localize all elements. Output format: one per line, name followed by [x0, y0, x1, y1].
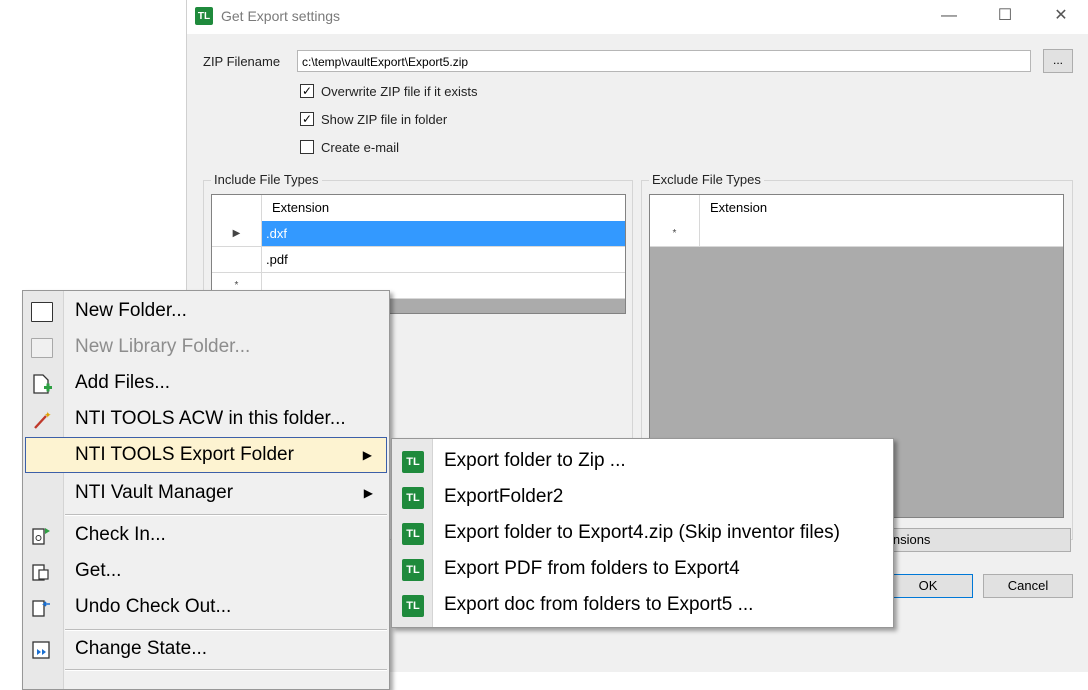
submenu-item-export-doc[interactable]: TL Export doc from folders to Export5 ..… — [394, 587, 891, 623]
submenu-item-export-pdf[interactable]: TL Export PDF from folders to Export4 — [394, 551, 891, 587]
new-row-marker: * — [650, 221, 700, 246]
close-button[interactable]: ✕ — [1041, 4, 1081, 28]
add-files-icon — [33, 374, 52, 394]
tl-icon: TL — [402, 487, 424, 509]
zip-filename-input[interactable]: c:\temp\vaultExport\Export5.zip — [297, 50, 1031, 72]
tl-icon: TL — [402, 451, 424, 473]
ok-button[interactable]: OK — [883, 574, 973, 598]
menu-item-label: New Library Folder... — [75, 336, 251, 357]
extension-cell[interactable]: .pdf — [262, 247, 625, 272]
show-in-folder-checkbox[interactable]: ✓ — [300, 112, 314, 126]
table-row[interactable]: .pdf — [212, 247, 625, 273]
menu-item-label: Change State... — [75, 638, 208, 659]
menu-item-get[interactable]: Get... — [25, 553, 387, 589]
menu-item-label: Get... — [75, 560, 122, 581]
extension-cell[interactable]: .dxf — [262, 221, 625, 246]
overwrite-label: Overwrite ZIP file if it exists — [321, 84, 478, 99]
menu-item-change-state[interactable]: Change State... — [25, 631, 387, 667]
menu-item-label: Check In... — [75, 524, 166, 545]
exclude-group-title: Exclude File Types — [649, 172, 764, 187]
extension-column-header[interactable]: Extension — [700, 195, 1063, 221]
tl-icon: TL — [402, 595, 424, 617]
menu-item-label: Undo Check Out... — [75, 596, 232, 617]
overwrite-checkbox[interactable]: ✓ — [300, 84, 314, 98]
menu-item-new-folder[interactable]: New Folder... — [25, 293, 387, 329]
extension-cell[interactable] — [700, 221, 1063, 246]
menu-item-nti-acw[interactable]: ✦ NTI TOOLS ACW in this folder... — [25, 401, 387, 437]
submenu-item-label: Export PDF from folders to Export4 — [444, 558, 740, 579]
check-in-icon — [32, 528, 50, 545]
menu-item-undo-check-out[interactable]: Undo Check Out... — [25, 589, 387, 625]
create-email-label: Create e-mail — [321, 140, 400, 155]
minimize-button[interactable]: — — [929, 4, 969, 28]
show-in-folder-label: Show ZIP file in folder — [321, 112, 448, 127]
submenu-arrow-icon: ▶ — [363, 486, 373, 500]
menu-item-nti-export-folder[interactable]: NTI TOOLS Export Folder ▶ — [25, 437, 387, 473]
export-folder-submenu: TL Export folder to Zip ... TL ExportFol… — [391, 438, 894, 628]
menu-item-label: NTI TOOLS ACW in this folder... — [75, 408, 346, 429]
submenu-item-label: Export folder to Export4.zip (Skip inven… — [444, 522, 841, 543]
menu-item-label: New Folder... — [75, 300, 187, 321]
exclude-grid-header: Extension — [650, 195, 1063, 221]
title-bar: TL Get Export settings — ☐ ✕ — [187, 0, 1088, 34]
table-row[interactable]: ▶ .dxf — [212, 221, 625, 247]
submenu-item-export-to-export4[interactable]: TL Export folder to Export4.zip (Skip in… — [394, 515, 891, 551]
row-header-corner — [212, 195, 262, 221]
zip-filename-label: ZIP Filename — [203, 54, 281, 69]
extensions-button[interactable]: tensions — [877, 528, 1071, 552]
submenu-arrow-icon: ▶ — [362, 448, 372, 462]
menu-item-label: NTI Vault Manager — [75, 482, 234, 503]
submenu-item-label: Export doc from folders to Export5 ... — [444, 594, 754, 615]
current-row-marker: ▶ — [212, 221, 262, 246]
include-group-title: Include File Types — [211, 172, 322, 187]
tl-icon: TL — [402, 559, 424, 581]
new-row[interactable]: * — [650, 221, 1063, 247]
undo-checkout-icon — [32, 600, 50, 617]
submenu-item-label: Export folder to Zip ... — [444, 450, 626, 471]
dialog-title: Get Export settings — [221, 8, 341, 24]
tl-icon: TL — [402, 523, 424, 545]
menu-separator — [65, 669, 387, 671]
create-email-checkbox[interactable] — [300, 140, 314, 154]
get-icon — [32, 564, 49, 581]
new-folder-icon — [31, 302, 53, 322]
change-state-icon — [32, 641, 50, 659]
svg-text:✦: ✦ — [44, 410, 52, 420]
menu-item-check-in[interactable]: Check In... — [25, 517, 387, 553]
row-header — [212, 247, 262, 272]
menu-item-add-files[interactable]: Add Files... — [25, 365, 387, 401]
maximize-button[interactable]: ☐ — [985, 4, 1025, 28]
cancel-button[interactable]: Cancel — [983, 574, 1073, 598]
submenu-item-label: ExportFolder2 — [444, 486, 564, 507]
submenu-item-exportfolder2[interactable]: TL ExportFolder2 — [394, 479, 891, 515]
menu-separator — [65, 514, 387, 516]
extension-column-header[interactable]: Extension — [262, 195, 625, 221]
row-header-corner — [650, 195, 700, 221]
menu-item-label: Add Files... — [75, 372, 171, 393]
magic-wand-icon: ✦ — [34, 410, 52, 429]
menu-item-new-library-folder: New Library Folder... — [25, 329, 387, 365]
menu-item-label: NTI TOOLS Export Folder — [75, 444, 294, 465]
submenu-item-export-to-zip[interactable]: TL Export folder to Zip ... — [394, 443, 891, 479]
browse-button[interactable]: ... — [1043, 49, 1073, 73]
library-folder-icon — [31, 338, 53, 358]
context-menu: New Folder... New Library Folder... Add … — [22, 290, 390, 690]
app-logo-icon: TL — [195, 7, 213, 25]
include-grid-header: Extension — [212, 195, 625, 221]
menu-item-nti-vault-manager[interactable]: NTI Vault Manager ▶ — [25, 475, 387, 511]
